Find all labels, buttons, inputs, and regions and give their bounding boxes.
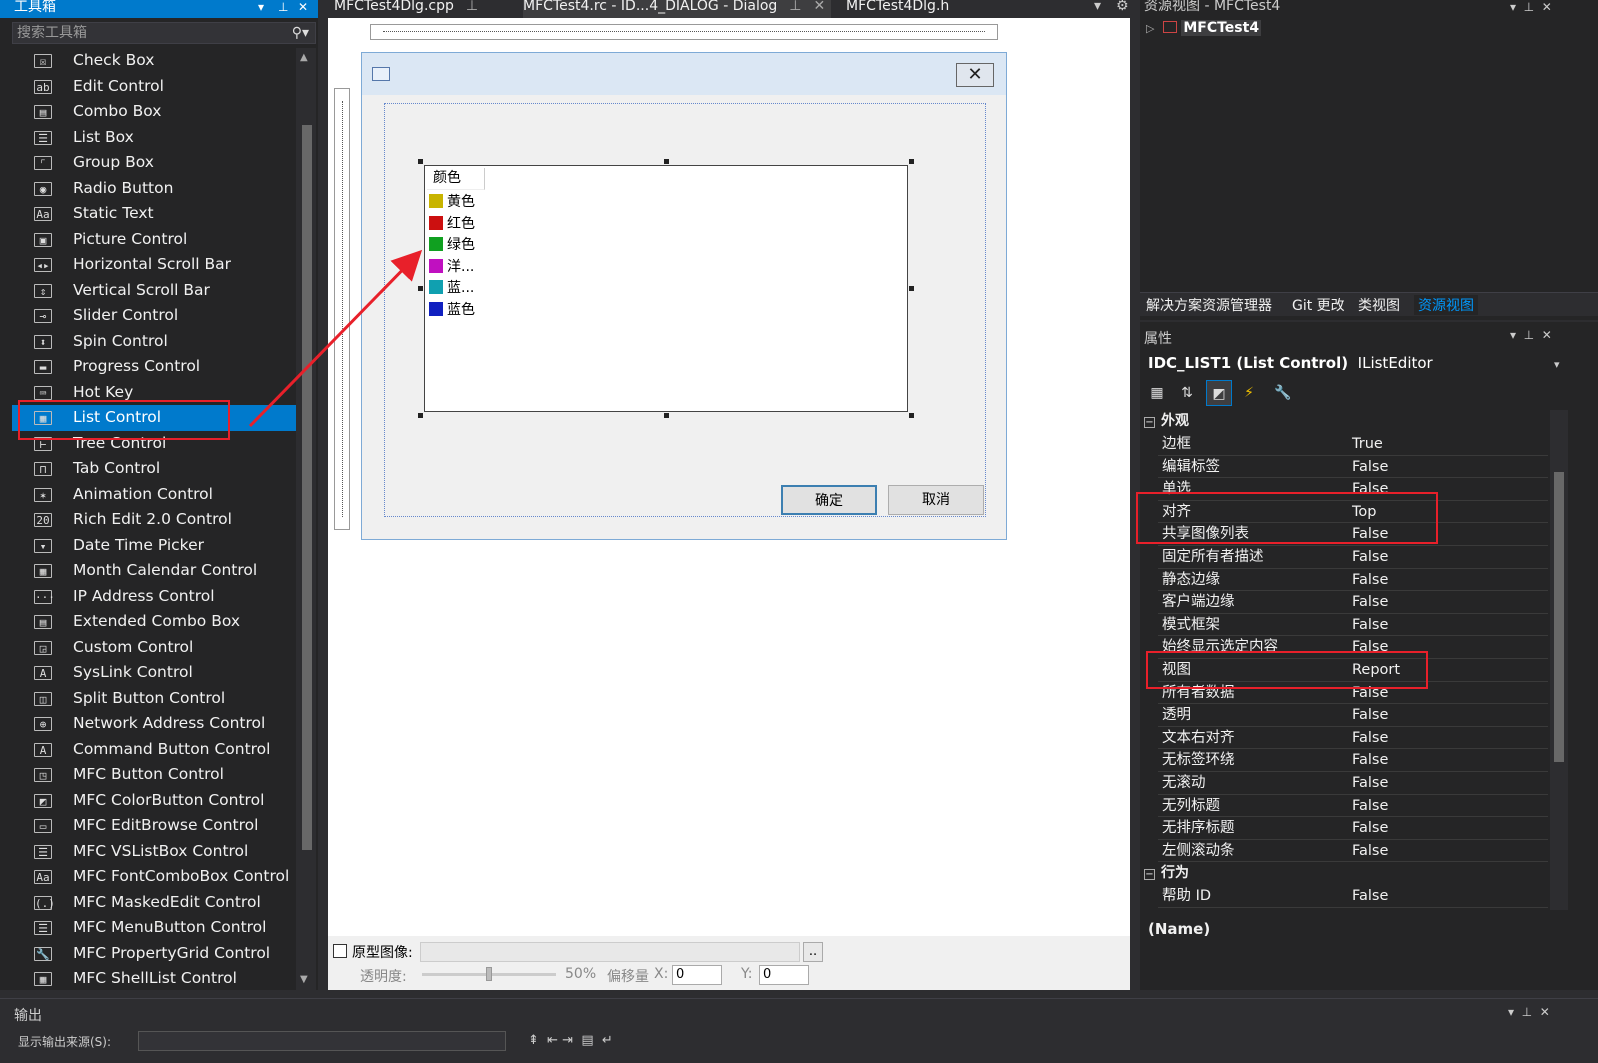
annotation-arrow [248, 249, 423, 428]
